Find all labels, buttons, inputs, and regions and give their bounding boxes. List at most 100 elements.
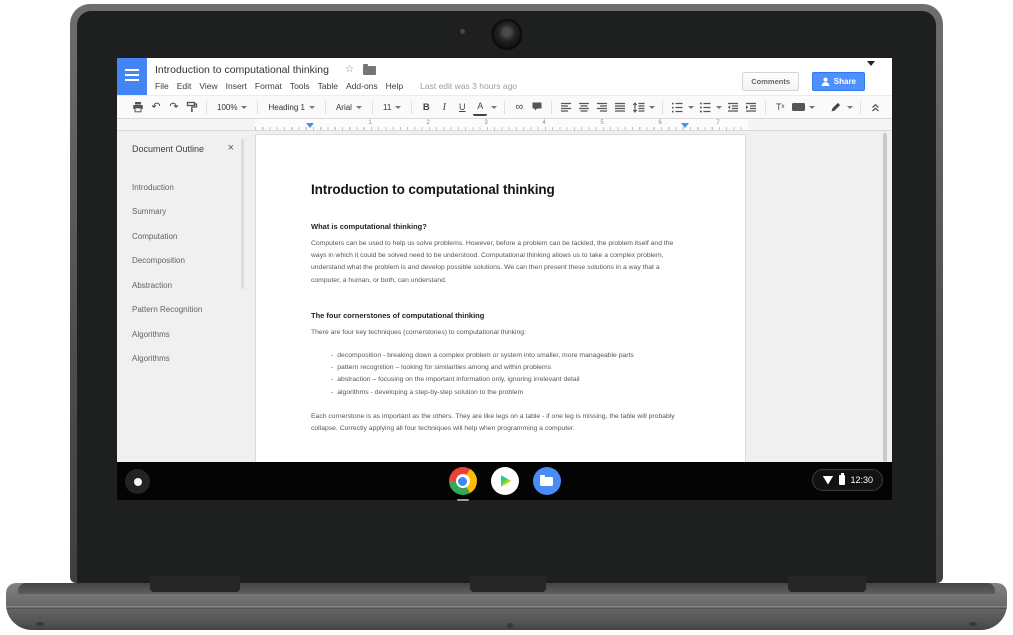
chevron-down-icon: [241, 106, 247, 109]
font-size-select[interactable]: 11: [380, 103, 404, 112]
paint-format-button[interactable]: [185, 99, 199, 115]
align-justify-button[interactable]: [613, 99, 627, 115]
zoom-select[interactable]: 100%: [214, 103, 250, 112]
window-caret-icon[interactable]: [867, 61, 875, 66]
chevron-down-icon[interactable]: [847, 106, 853, 109]
insert-link-button[interactable]: ∞: [512, 99, 526, 115]
numbered-list-button[interactable]: [670, 99, 684, 115]
document-scrollbar[interactable]: [883, 133, 887, 462]
menu-edit[interactable]: Edit: [177, 81, 192, 91]
google-docs-logo-icon[interactable]: [117, 58, 147, 95]
font-select[interactable]: Arial: [333, 103, 365, 112]
doc-heading-cornerstones: The four cornerstones of computational t…: [311, 310, 668, 322]
text-color-button[interactable]: A: [473, 98, 487, 116]
outline-item-algorithms-2[interactable]: Algorithms: [132, 354, 170, 363]
outline-item-abstraction[interactable]: Abstraction: [132, 281, 172, 290]
insert-comment-button[interactable]: [530, 99, 544, 115]
line-spacing-icon: [632, 102, 645, 113]
align-right-button[interactable]: [595, 99, 609, 115]
chevron-down-icon[interactable]: [491, 106, 497, 109]
ruler-page-area: [255, 119, 748, 130]
collapse-toolbar-button[interactable]: [868, 99, 882, 115]
align-center-icon: [578, 102, 590, 113]
chevron-down-icon[interactable]: [716, 106, 722, 109]
doc-heading-title: Introduction to computational thinking: [311, 182, 668, 197]
undo-button[interactable]: ↶: [149, 99, 163, 115]
outline-item-introduction[interactable]: Introduction: [132, 183, 174, 192]
system-tray[interactable]: 12:30: [812, 469, 883, 491]
outline-item-computation[interactable]: Computation: [132, 232, 177, 241]
outline-item-summary[interactable]: Summary: [132, 207, 166, 216]
align-center-button[interactable]: [577, 99, 591, 115]
chevron-down-icon[interactable]: [649, 106, 655, 109]
menu-table[interactable]: Table: [318, 81, 338, 91]
play-triangle-icon: [501, 475, 512, 487]
outline-item-decomposition[interactable]: Decomposition: [132, 256, 185, 265]
move-to-folder-icon[interactable]: [363, 66, 376, 75]
star-icon[interactable]: ☆: [345, 64, 354, 75]
hinge: [150, 576, 240, 592]
doc-bullet-abstraction: -abstraction – focusing on the important…: [331, 374, 668, 386]
toolbar-separator: [504, 101, 505, 114]
align-left-button[interactable]: [559, 99, 573, 115]
comments-button[interactable]: Comments: [742, 72, 799, 91]
menu-tools[interactable]: Tools: [290, 81, 310, 91]
toolbar-separator: [551, 101, 552, 114]
chevron-down-icon[interactable]: [809, 106, 815, 109]
keyboard-icon: [792, 103, 805, 111]
toolbar-separator: [765, 101, 766, 114]
bold-button[interactable]: B: [419, 99, 433, 115]
hinge: [470, 576, 546, 592]
doc-paragraph-2: There are four key techniques (cornersto…: [311, 327, 675, 339]
toolbar-separator: [411, 101, 412, 114]
menu-view[interactable]: View: [199, 81, 217, 91]
wifi-icon: [822, 476, 833, 485]
left-indent-marker[interactable]: [306, 123, 314, 128]
chevron-down-icon[interactable]: [688, 106, 694, 109]
launcher-button[interactable]: [125, 469, 150, 494]
share-button[interactable]: Share: [812, 72, 865, 91]
menu-addons[interactable]: Add-ons: [346, 81, 378, 91]
doc-bullet-algorithms: -algorithms - developing a step-by-step …: [331, 387, 668, 399]
outline-item-algorithms[interactable]: Algorithms: [132, 330, 170, 339]
outline-scrollbar[interactable]: [241, 139, 244, 289]
shelf-apps: [449, 467, 561, 495]
menu-help[interactable]: Help: [386, 81, 403, 91]
chrome-icon[interactable]: [449, 467, 477, 495]
play-store-icon[interactable]: [491, 467, 519, 495]
document-page[interactable]: Introduction to computational thinking W…: [255, 134, 746, 462]
align-right-icon: [596, 102, 608, 113]
clear-formatting-button[interactable]: Tx: [773, 99, 787, 115]
chromeos-shelf: 12:30: [117, 462, 892, 500]
italic-button[interactable]: I: [437, 99, 451, 115]
bulleted-list-icon: [699, 102, 711, 113]
document-title[interactable]: Introduction to computational thinking: [155, 64, 329, 76]
print-button[interactable]: [131, 99, 145, 115]
doc-heading-what-is: What is computational thinking?: [311, 221, 668, 233]
menu-insert[interactable]: Insert: [226, 81, 247, 91]
redo-button[interactable]: ↷: [167, 99, 181, 115]
close-icon[interactable]: ×: [228, 142, 234, 154]
active-app-indicator: [457, 499, 469, 501]
line-spacing-button[interactable]: [631, 99, 645, 115]
chromebook-screen: Introduction to computational thinking ☆…: [117, 58, 892, 500]
decrease-indent-button[interactable]: [726, 99, 740, 115]
input-tools-button[interactable]: [791, 99, 805, 115]
right-indent-marker[interactable]: [681, 123, 689, 128]
chevron-down-icon: [395, 106, 401, 109]
editing-mode-button[interactable]: [829, 99, 843, 115]
share-label: Share: [834, 77, 856, 86]
numbered-list-icon: [671, 102, 683, 113]
paragraph-style-select[interactable]: Heading 1: [265, 103, 317, 112]
menu-file[interactable]: File: [155, 81, 169, 91]
increase-indent-button[interactable]: [744, 99, 758, 115]
battery-icon: [839, 475, 845, 485]
bulleted-list-button[interactable]: [698, 99, 712, 115]
collapse-chevrons-icon: [870, 102, 881, 113]
last-edit-status[interactable]: Last edit was 3 hours ago: [420, 81, 517, 91]
files-app-icon[interactable]: [533, 467, 561, 495]
underline-button[interactable]: U: [455, 99, 469, 115]
outline-item-pattern-recognition[interactable]: Pattern Recognition: [132, 305, 202, 314]
align-left-icon: [560, 102, 572, 113]
menu-format[interactable]: Format: [255, 81, 282, 91]
